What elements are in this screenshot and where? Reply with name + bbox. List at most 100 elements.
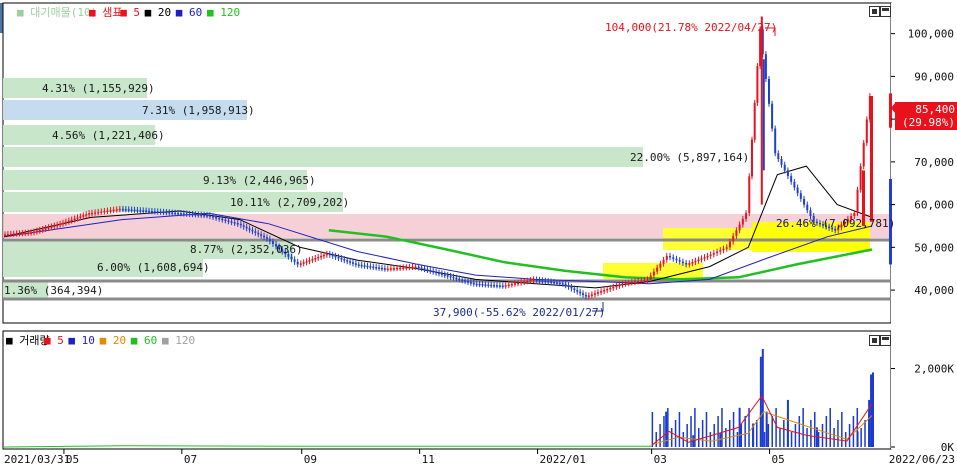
maximize-panel-button[interactable] xyxy=(880,6,891,17)
candle-body xyxy=(700,258,703,260)
candle-body xyxy=(478,283,481,286)
candle-body xyxy=(764,54,767,79)
legend-item: ■ 대기매물(10) xyxy=(17,6,97,19)
candle-body xyxy=(414,266,417,269)
candle-body xyxy=(402,267,405,269)
candle-body xyxy=(233,222,236,224)
price-tick-label: 70,000 xyxy=(914,156,954,169)
supply-zone-label: 4.31% (1,155,929) xyxy=(42,82,155,95)
volume-bar xyxy=(686,424,688,447)
candle-body xyxy=(389,268,392,270)
candle-body xyxy=(600,291,603,293)
candle-body xyxy=(12,233,15,236)
candle-body xyxy=(245,226,248,229)
candle-body xyxy=(375,267,378,269)
candle-body xyxy=(308,260,311,262)
supply-zone-label: 9.13% (2,446,965) xyxy=(203,174,316,187)
candle-body xyxy=(296,261,299,265)
candle-body xyxy=(621,283,624,286)
volume-bar xyxy=(767,424,770,447)
candle-body xyxy=(786,170,789,177)
legend-item: ■ 5 xyxy=(44,334,64,347)
x-axis: 05 07 09 11 2022/01 03 052021/03/31 2022/06/23 xyxy=(4,449,955,466)
candle-body xyxy=(547,281,550,283)
candle-body xyxy=(64,221,67,224)
volume-bar xyxy=(794,424,797,447)
candle-body xyxy=(756,66,759,103)
candle-body xyxy=(118,208,121,211)
volume-bar xyxy=(783,420,785,447)
candle-body xyxy=(212,216,215,218)
candle-body xyxy=(735,230,738,236)
candle-body xyxy=(659,263,662,268)
candle-body xyxy=(268,238,271,242)
volume-bar xyxy=(798,416,801,447)
candle-body xyxy=(672,257,675,259)
candle-body xyxy=(357,264,360,266)
candle-body xyxy=(133,209,136,212)
candle-body xyxy=(112,209,115,212)
candle-body xyxy=(380,267,383,270)
stock-chart-window: 호 4.31% (1,155,929)7.31% (1,958,913)4.56… xyxy=(0,0,957,466)
volume-bar xyxy=(806,428,808,447)
candle-body xyxy=(691,261,694,264)
candle-body xyxy=(449,275,452,278)
candle-body xyxy=(790,176,793,182)
volume-bar xyxy=(655,432,657,447)
candle-body xyxy=(121,208,124,211)
candle-body xyxy=(777,153,780,160)
candle-body xyxy=(227,220,230,222)
x-tick-label: 05 xyxy=(772,453,785,466)
x-tick-label: 03 xyxy=(654,453,667,466)
candle-body xyxy=(239,223,242,226)
volume-bar xyxy=(659,424,661,447)
candle-body xyxy=(809,210,812,216)
candle-body xyxy=(24,232,27,235)
legend-item: ■ 120 xyxy=(162,334,195,347)
candle-body xyxy=(662,259,665,264)
candle-body xyxy=(257,232,260,235)
volume-bar xyxy=(756,420,758,447)
candle-body xyxy=(343,259,346,261)
candle-body xyxy=(224,219,227,222)
candle-body xyxy=(432,270,435,273)
price-tick-label: 50,000 xyxy=(914,241,954,254)
candle-body xyxy=(420,267,423,269)
candle-body xyxy=(475,283,478,286)
candle-body xyxy=(675,258,678,261)
candle-body xyxy=(738,224,741,231)
volume-panel xyxy=(2,330,892,450)
candle-body xyxy=(630,282,633,284)
minimize-panel-button[interactable] xyxy=(869,6,880,17)
candle-body xyxy=(862,142,865,167)
volume-maximize-button[interactable] xyxy=(880,335,891,346)
candle-body xyxy=(590,294,593,296)
volume-bar xyxy=(841,412,843,447)
candle-body xyxy=(555,282,558,284)
candle-body xyxy=(597,292,600,294)
candle-body xyxy=(165,212,168,214)
x-end-label: 2022/06/23 xyxy=(889,453,955,466)
candle-body xyxy=(495,285,498,287)
candle-body xyxy=(570,286,573,289)
volume-bar xyxy=(717,416,719,447)
volume-bar xyxy=(765,411,768,447)
candle-body xyxy=(124,209,127,211)
volume-bar xyxy=(870,374,873,447)
candle-body xyxy=(215,216,218,219)
volume-tick-label: 2,000K xyxy=(914,363,954,376)
volume-bar xyxy=(744,416,746,447)
candle-body xyxy=(853,213,856,216)
candle-body xyxy=(558,282,561,285)
legend-item: ■ 10 xyxy=(68,334,95,347)
candle-body xyxy=(544,280,547,283)
candle-body xyxy=(481,284,484,286)
supply-zone-label: 1.36% (364,394) xyxy=(4,284,103,297)
volume-minimize-button[interactable] xyxy=(869,335,880,346)
candle-body xyxy=(504,285,507,287)
candle-body xyxy=(722,248,725,251)
candle-body xyxy=(182,213,185,215)
legend-item: ■ 60 xyxy=(176,6,203,19)
volume-bar xyxy=(790,432,793,447)
candle-body xyxy=(194,214,197,216)
